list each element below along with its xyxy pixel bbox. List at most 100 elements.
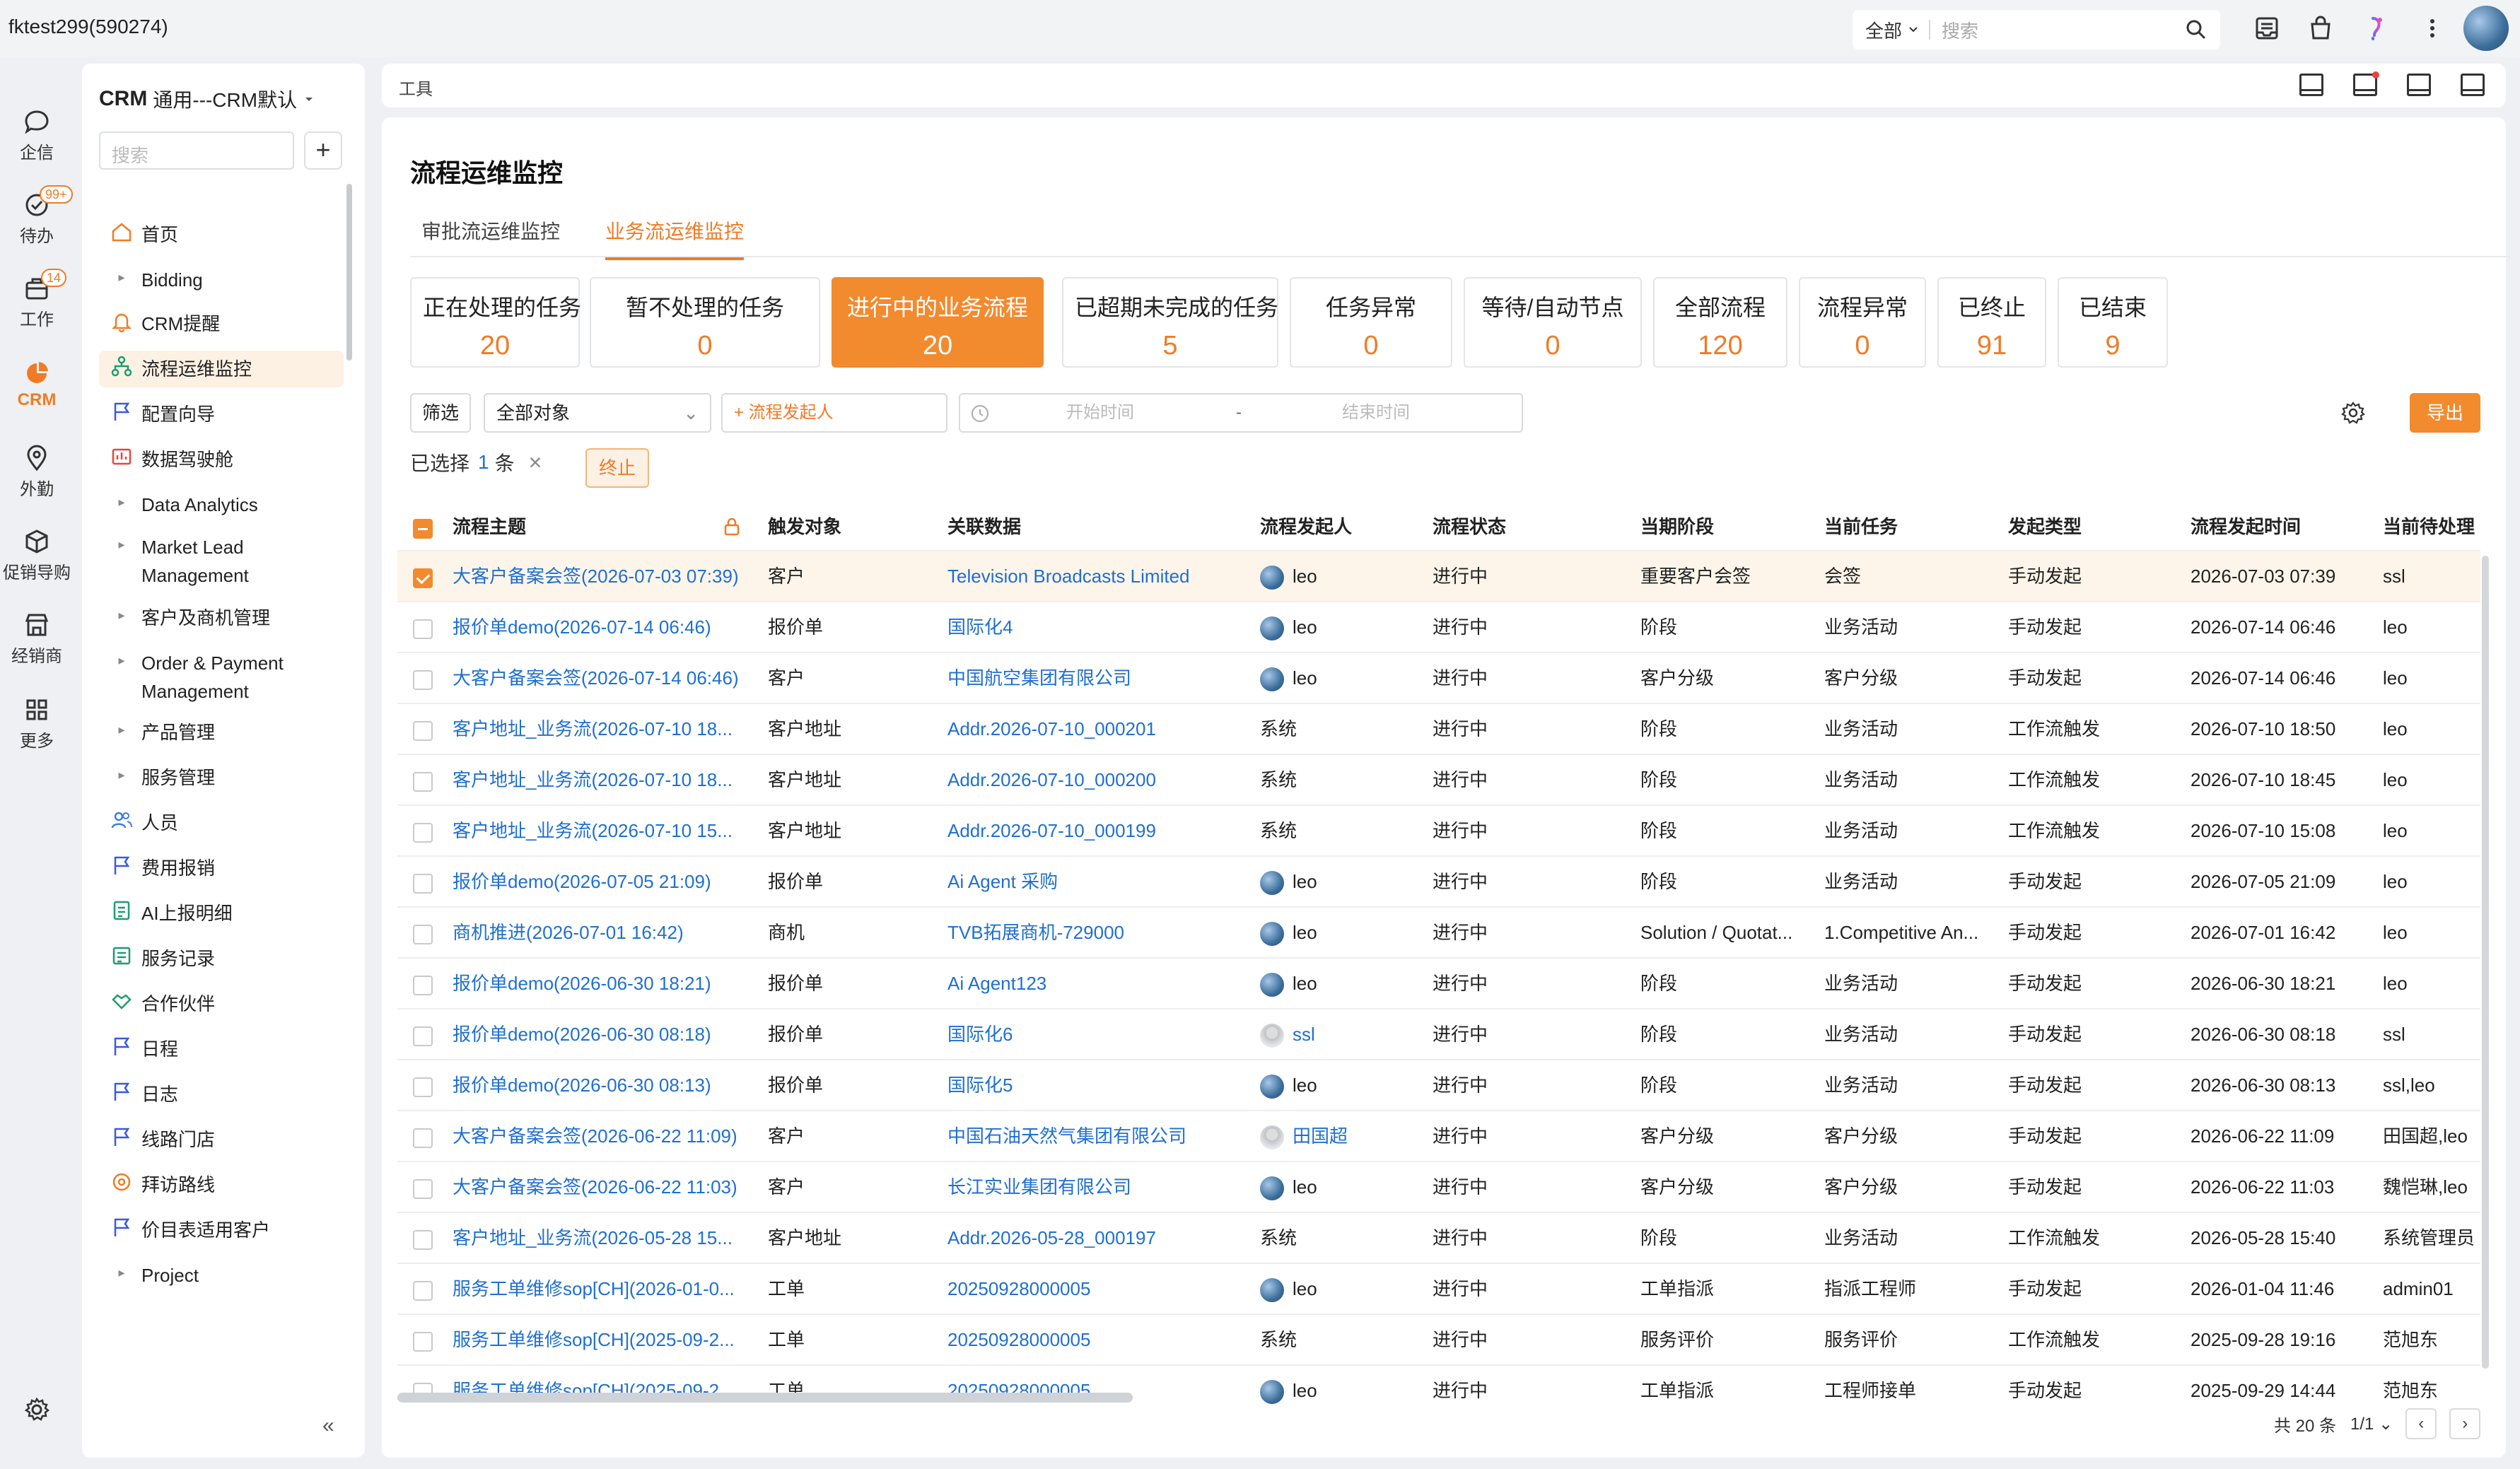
table-vertical-scrollbar[interactable] — [2482, 556, 2489, 1369]
page-select[interactable]: 1/1 ⌄ — [2350, 1414, 2393, 1434]
nav-add-button[interactable]: + — [304, 131, 342, 170]
layout-icon[interactable] — [2299, 74, 2323, 96]
table-row[interactable]: 报价单demo(2026-06-30 08:13) 报价单 国际化5 leo 进行中 阶段… — [397, 1060, 2480, 1111]
nav-item[interactable]: ▸ Market Lead Management — [99, 529, 344, 594]
table-row[interactable]: 大客户备案会签(2026-06-22 11:03) 客户 长江实业集团有限公司 leo… — [397, 1162, 2480, 1213]
layout-icon[interactable] — [2407, 74, 2431, 96]
search-scope-select[interactable]: 全部 — [1853, 17, 1929, 43]
column-settings-icon[interactable] — [2340, 400, 2366, 426]
rail-item-dealer[interactable]: 经销商 — [0, 611, 74, 667]
nav-item[interactable]: ▸ 产品管理 — [99, 714, 344, 751]
cell-related[interactable]: 20250928000005 — [947, 1315, 1244, 1364]
cell-subject[interactable]: 客户地址_业务流(2026-07-10 15... — [453, 806, 749, 855]
end-date-input[interactable]: 结束时间 — [1342, 394, 1410, 431]
table-row[interactable]: 报价单demo(2026-07-14 06:46) 报价单 国际化4 leo 进行中 阶段… — [397, 602, 2480, 653]
nav-item[interactable]: 日程 — [99, 1031, 344, 1067]
col-header-pending[interactable]: 当前待处理 — [2383, 502, 2480, 551]
stat-card[interactable]: 进行中的业务流程 20 — [832, 277, 1044, 368]
table-row[interactable]: 客户地址_业务流(2026-07-10 18... 客户地址 Addr.2026-0… — [397, 704, 2480, 755]
nav-item[interactable]: 数据驾驶舱 — [99, 441, 344, 478]
global-search[interactable]: 全部 搜索 — [1853, 10, 2220, 49]
cell-related[interactable]: Addr.2026-07-10_000200 — [947, 755, 1244, 804]
nav-item[interactable]: 流程运维监控 — [99, 351, 344, 387]
nav-item[interactable]: ▸ 服务管理 — [99, 759, 344, 796]
col-header-related[interactable]: 关联数据 — [947, 502, 1160, 551]
cell-subject[interactable]: 报价单demo(2026-06-30 08:13) — [453, 1060, 749, 1110]
date-range-picker[interactable]: 开始时间 - 结束时间 — [959, 393, 1523, 433]
rail-item-todo[interactable]: 待办 99+ — [0, 185, 74, 247]
tab-business-flow[interactable]: 业务流运维监控 — [605, 216, 745, 260]
nav-item[interactable]: 拜访路线 — [99, 1166, 344, 1203]
stat-card[interactable]: 暂不处理的任务 0 — [590, 277, 820, 368]
row-checkbox[interactable] — [413, 1077, 433, 1097]
row-checkbox[interactable] — [413, 976, 433, 995]
col-header-initiator[interactable]: 流程发起人 — [1260, 502, 1401, 551]
nav-item[interactable]: CRM提醒 — [99, 305, 344, 342]
cell-related[interactable]: Ai Agent 采购 — [947, 857, 1244, 906]
object-select[interactable]: 全部对象 ⌄ — [484, 393, 711, 433]
table-row[interactable]: 大客户备案会签(2026-06-22 11:09) 客户 中国石油天然气集团有限公司… — [397, 1111, 2480, 1162]
cell-subject[interactable]: 报价单demo(2026-06-30 18:21) — [453, 959, 749, 1008]
settings-gear-icon[interactable] — [23, 1395, 51, 1424]
cell-related[interactable]: TVB拓展商机-729000 — [947, 908, 1244, 957]
stat-card[interactable]: 正在处理的任务 20 — [410, 277, 581, 368]
cell-subject[interactable]: 报价单demo(2026-07-05 21:09) — [453, 857, 749, 906]
nav-item[interactable]: 首页 — [99, 216, 344, 253]
row-checkbox[interactable] — [413, 1332, 433, 1352]
next-page-button[interactable]: › — [2449, 1408, 2481, 1439]
nav-item[interactable]: ▸ 客户及商机管理 — [99, 599, 344, 636]
cell-related[interactable]: Television Broadcasts Limited — [947, 551, 1244, 601]
cell-related[interactable]: Addr.2026-07-10_000199 — [947, 806, 1244, 855]
row-checkbox[interactable] — [413, 823, 433, 843]
table-row[interactable]: 客户地址_业务流(2026-05-28 15... 客户地址 Addr.2026-0… — [397, 1213, 2480, 1264]
nav-item[interactable]: 服务记录 — [99, 940, 344, 977]
table-row[interactable]: 报价单demo(2026-07-05 21:09) 报价单 Ai Agent 采购 l… — [397, 857, 2480, 908]
select-all-checkbox[interactable] — [413, 519, 433, 539]
col-header-task[interactable]: 当前任务 — [1824, 502, 1966, 551]
more-vertical-icon[interactable] — [2418, 14, 2446, 42]
shopping-bag-icon[interactable] — [2306, 14, 2335, 42]
nav-item[interactable]: AI上报明细 — [99, 895, 344, 932]
row-checkbox[interactable] — [413, 1179, 433, 1199]
table-horizontal-scrollbar[interactable] — [397, 1393, 1133, 1403]
stat-card[interactable]: 已超期未完成的任务 5 — [1062, 277, 1278, 368]
table-row[interactable]: 报价单demo(2026-06-30 08:18) 报价单 国际化6 ssl 进行中 阶段… — [397, 1009, 2480, 1060]
table-row[interactable]: 客户地址_业务流(2026-07-10 18... 客户地址 Addr.2026-0… — [397, 755, 2480, 806]
cell-related[interactable]: 国际化5 — [947, 1060, 1244, 1110]
nav-item[interactable]: ▸ Project — [99, 1257, 344, 1294]
table-row[interactable]: 大客户备案会签(2026-07-03 07:39) 客户 Television Br… — [397, 551, 2480, 602]
lock-icon[interactable] — [721, 516, 742, 537]
row-checkbox[interactable] — [413, 1281, 433, 1301]
user-avatar[interactable] — [2463, 6, 2509, 51]
cell-related[interactable]: 中国石油天然气集团有限公司 — [947, 1111, 1244, 1161]
rail-item-field[interactable]: 外勤 — [0, 444, 74, 500]
nav-item[interactable]: 费用报销 — [99, 850, 344, 886]
stat-card[interactable]: 全部流程 120 — [1653, 277, 1787, 368]
row-checkbox[interactable] — [413, 619, 433, 639]
table-row[interactable]: 商机推进(2026-07-01 16:42) 商机 TVB拓展商机-729000 le… — [397, 908, 2480, 959]
search-icon[interactable] — [2185, 18, 2207, 41]
cell-subject[interactable]: 大客户备案会签(2026-06-22 11:03) — [453, 1162, 749, 1212]
col-header-stage[interactable]: 当期阶段 — [1640, 502, 1782, 551]
table-row[interactable]: 报价单demo(2026-06-30 18:21) 报价单 Ai Agent123 l… — [397, 959, 2480, 1009]
row-checkbox[interactable] — [413, 772, 433, 792]
cell-related[interactable]: Addr.2026-05-28_000197 — [947, 1213, 1244, 1263]
nav-item[interactable]: 价目表适用客户 — [99, 1212, 344, 1248]
cell-subject[interactable]: 大客户备案会签(2026-07-03 07:39) — [453, 551, 749, 601]
nav-item[interactable]: ▸ Data Analytics — [99, 486, 344, 523]
row-checkbox[interactable] — [413, 1026, 433, 1046]
cell-related[interactable]: 国际化6 — [947, 1009, 1244, 1059]
col-header-object[interactable]: 触发对象 — [768, 502, 909, 551]
cell-initiator[interactable]: ssl — [1260, 1009, 1416, 1059]
stat-card[interactable]: 等待/自动节点 0 — [1464, 277, 1642, 368]
crm-app-switcher[interactable]: CRM 通用---CRM默认 — [99, 85, 315, 113]
row-checkbox[interactable] — [413, 925, 433, 944]
rail-item-promotion[interactable]: 促销导购 — [0, 527, 74, 583]
rail-item-crm[interactable]: CRM — [0, 359, 74, 410]
cell-initiator[interactable]: 田国超 — [1260, 1111, 1416, 1161]
row-checkbox[interactable] — [413, 1128, 433, 1148]
stat-card[interactable]: 流程异常 0 — [1799, 277, 1926, 368]
cell-subject[interactable]: 客户地址_业务流(2026-05-28 15... — [453, 1213, 749, 1263]
rail-item-chat[interactable]: 企信 — [0, 107, 74, 163]
table-row[interactable]: 大客户备案会签(2026-07-14 06:46) 客户 中国航空集团有限公司 leo… — [397, 653, 2480, 704]
